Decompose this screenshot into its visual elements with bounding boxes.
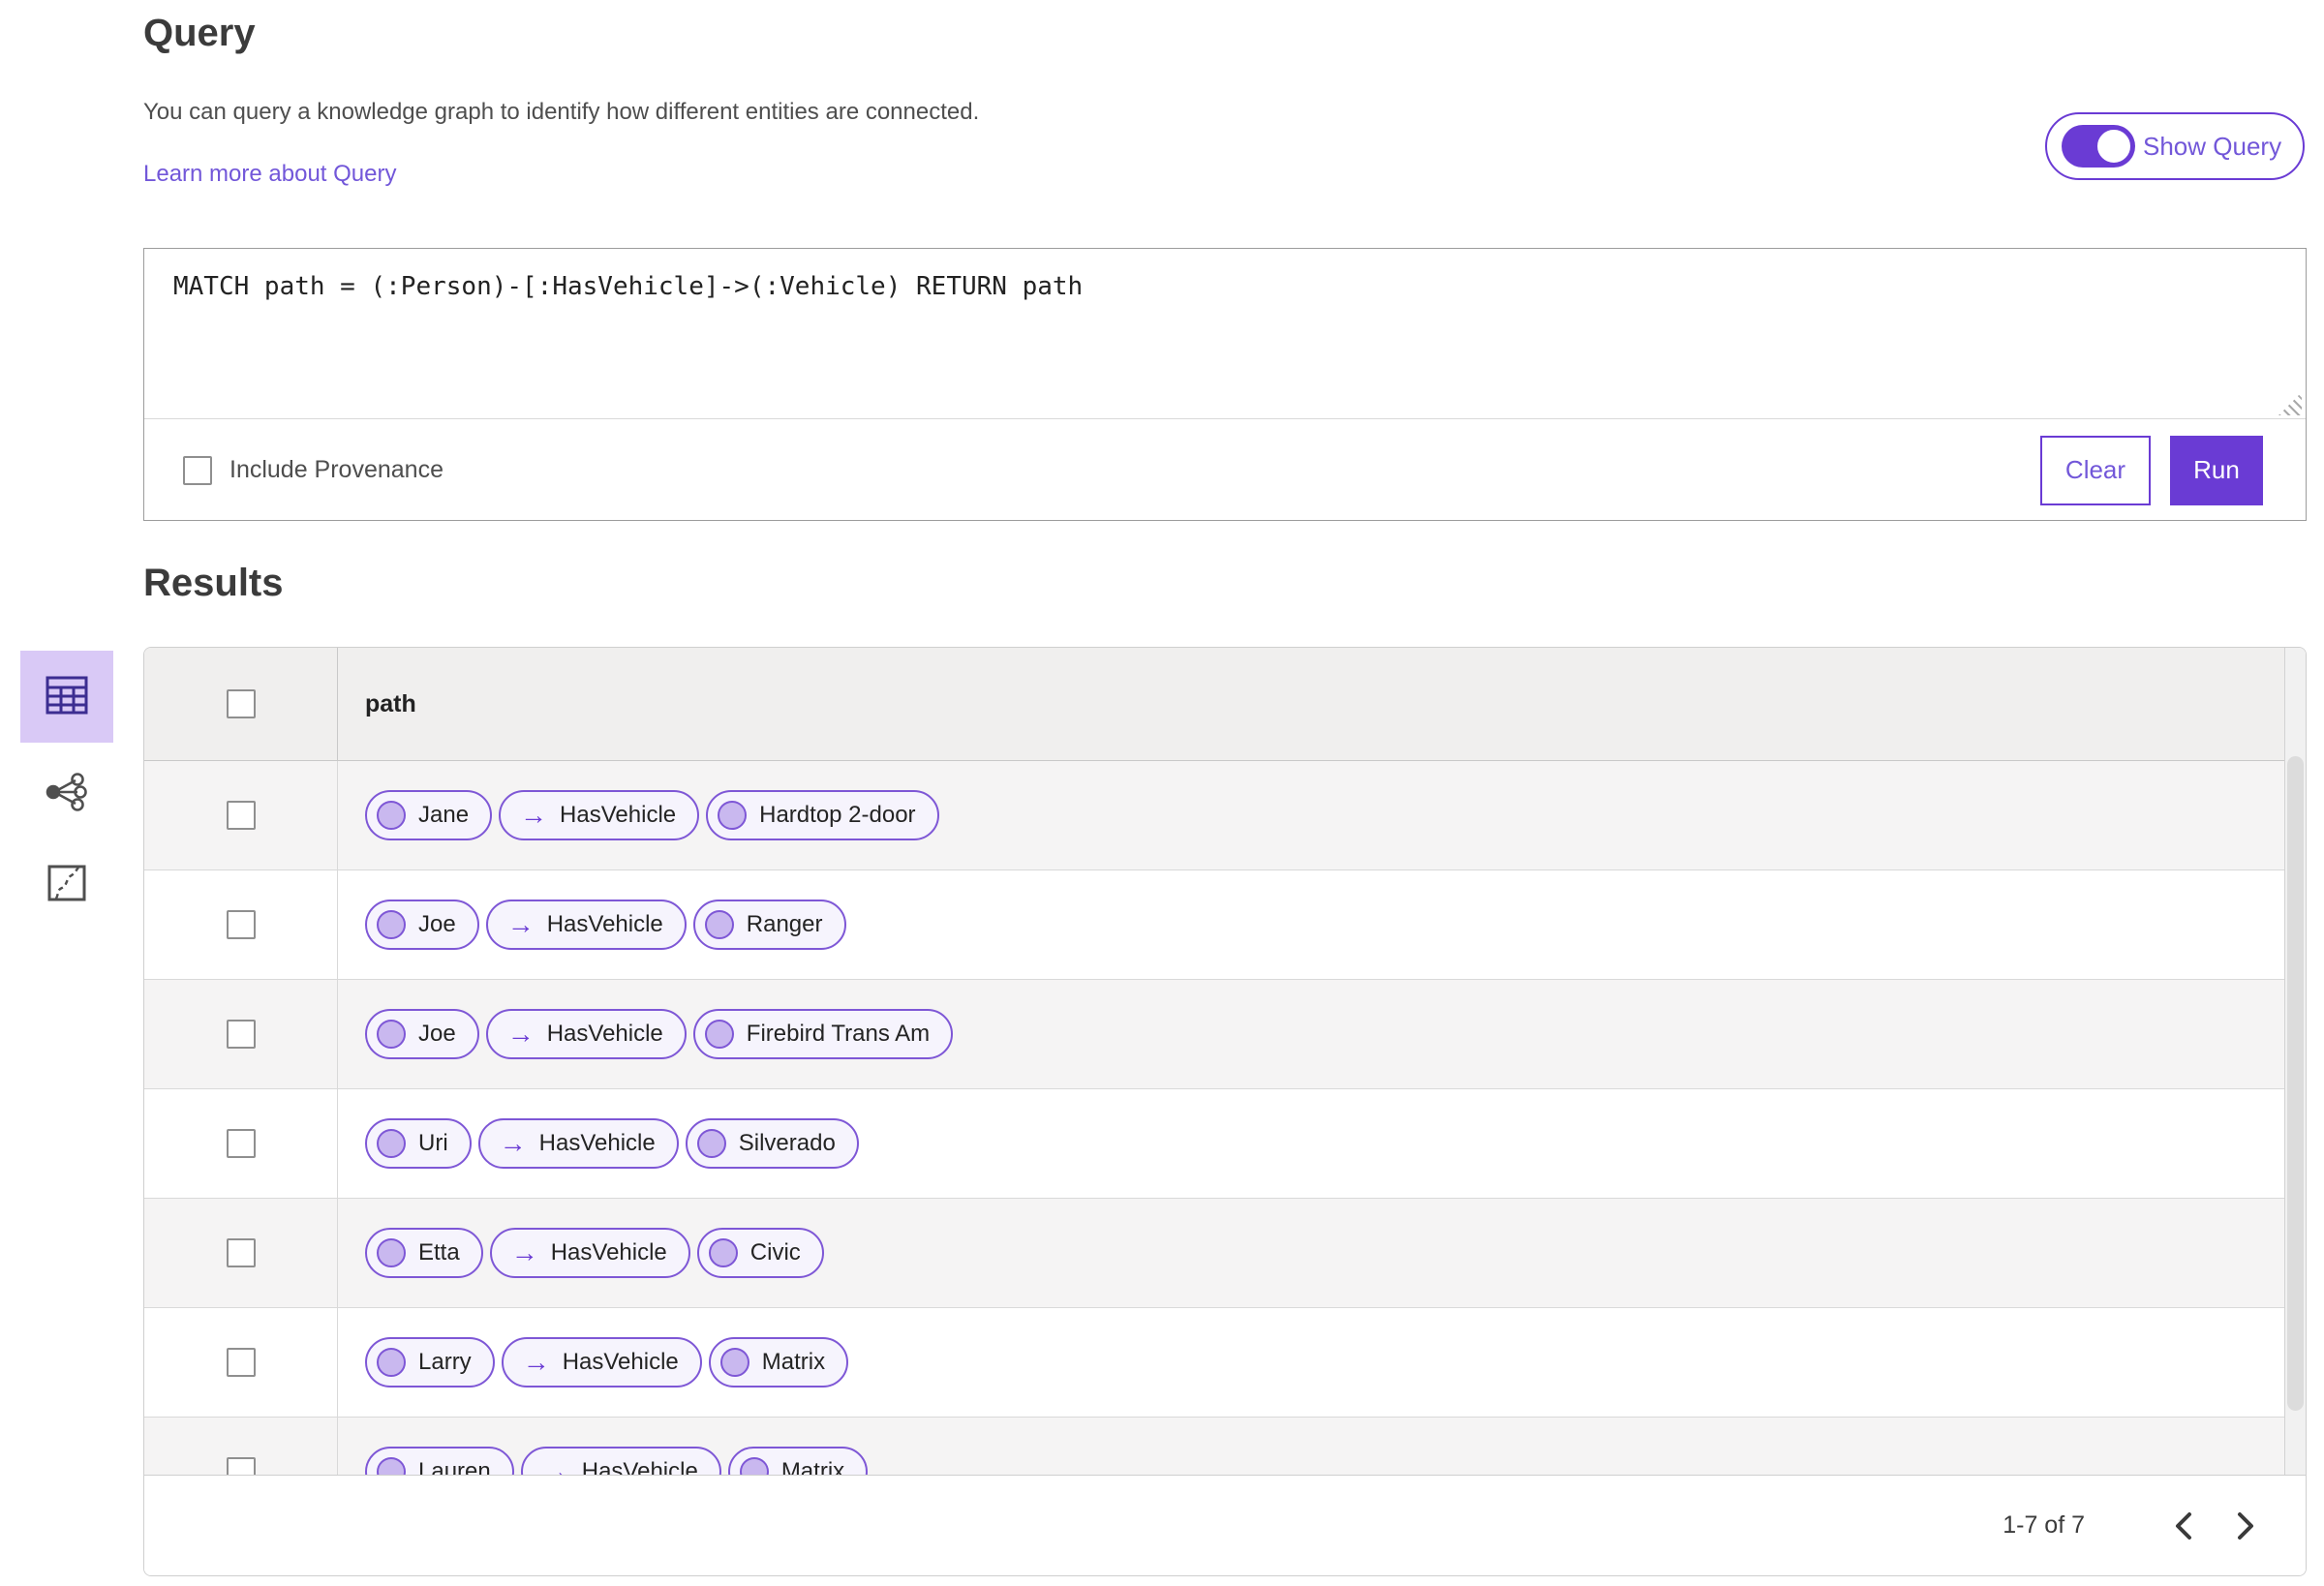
node-icon xyxy=(377,910,406,939)
query-input[interactable]: MATCH path = (:Person)-[:HasVehicle]->(:… xyxy=(144,249,2306,419)
path-cell: Joe → HasVehicle Ranger xyxy=(338,870,2306,979)
table-header-row: path xyxy=(144,648,2306,761)
map-icon xyxy=(46,864,87,905)
entity-pill-target[interactable]: Matrix xyxy=(708,1337,849,1388)
node-icon xyxy=(377,1238,406,1267)
path-cell: Etta → HasVehicle Civic xyxy=(338,1199,2306,1307)
entity-pill-source[interactable]: Uri xyxy=(365,1118,472,1169)
table-row: Jane → HasVehicle Hardtop 2-door xyxy=(144,761,2306,870)
chevron-left-icon xyxy=(2173,1511,2194,1540)
results-table: path Jane → HasVehicle Hardtop 2-door Jo… xyxy=(143,647,2307,1576)
relationship-pill[interactable]: → HasVehicle xyxy=(485,900,687,950)
row-checkbox[interactable] xyxy=(226,1129,256,1158)
select-all-checkbox[interactable] xyxy=(226,689,256,718)
query-panel: MATCH path = (:Person)-[:HasVehicle]->(:… xyxy=(143,248,2307,521)
relationship-pill[interactable]: → HasVehicle xyxy=(489,1228,690,1278)
row-checkbox[interactable] xyxy=(226,1238,256,1267)
entity-pill-target[interactable]: Firebird Trans Am xyxy=(692,1009,954,1059)
row-checkbox-cell xyxy=(144,980,338,1088)
show-query-toggle[interactable]: Show Query xyxy=(2045,112,2305,180)
row-checkbox-cell xyxy=(144,1308,338,1417)
sidebar-item-map-view[interactable] xyxy=(20,839,113,930)
table-icon xyxy=(46,676,88,717)
row-checkbox[interactable] xyxy=(226,1020,256,1049)
node-icon xyxy=(718,801,748,830)
chevron-right-icon xyxy=(2235,1511,2256,1540)
arrow-right-icon: → xyxy=(520,800,548,830)
row-checkbox[interactable] xyxy=(226,1348,256,1377)
path-cell: Larry → HasVehicle Matrix xyxy=(338,1308,2306,1417)
arrow-right-icon: → xyxy=(499,1128,527,1158)
row-checkbox[interactable] xyxy=(226,801,256,830)
node-icon xyxy=(719,1348,749,1377)
page-title: Query xyxy=(143,12,256,54)
pagination-bar: 1-7 of 7 xyxy=(144,1475,2306,1575)
include-provenance-label: Include Provenance xyxy=(229,456,443,483)
node-icon xyxy=(704,910,734,939)
sidebar-item-link-chart-view[interactable] xyxy=(20,747,113,839)
entity-pill-source[interactable]: Etta xyxy=(365,1228,483,1278)
node-icon xyxy=(377,1020,406,1049)
path-cell: Uri → HasVehicle Silverado xyxy=(338,1089,2306,1198)
node-icon xyxy=(708,1238,738,1267)
pagination-range-label: 1-7 of 7 xyxy=(2003,1511,2085,1539)
path-cell: Jane → HasVehicle Hardtop 2-door xyxy=(338,761,2306,869)
next-page-button[interactable] xyxy=(2215,1495,2277,1557)
relationship-pill[interactable]: → HasVehicle xyxy=(501,1337,702,1388)
toggle-knob xyxy=(2095,128,2132,165)
relationship-pill[interactable]: → HasVehicle xyxy=(477,1118,679,1169)
table-row: Joe → HasVehicle Ranger xyxy=(144,870,2306,980)
node-icon xyxy=(377,801,406,830)
entity-pill-target[interactable]: Civic xyxy=(696,1228,824,1278)
results-title: Results xyxy=(143,562,284,604)
scrollbar-thumb[interactable] xyxy=(2287,756,2304,1411)
entity-pill-source[interactable]: Jane xyxy=(365,790,493,840)
node-icon xyxy=(696,1129,726,1158)
row-checkbox[interactable] xyxy=(226,910,256,939)
path-column-header: path xyxy=(365,689,416,717)
previous-page-button[interactable] xyxy=(2153,1495,2215,1557)
table-row: Uri → HasVehicle Silverado xyxy=(144,1089,2306,1199)
row-checkbox-cell xyxy=(144,761,338,869)
page-description: You can query a knowledge graph to ident… xyxy=(143,99,980,125)
query-page: Query You can query a knowledge graph to… xyxy=(0,0,2324,1586)
entity-pill-source[interactable]: Larry xyxy=(365,1337,495,1388)
table-row: Etta → HasVehicle Civic xyxy=(144,1199,2306,1308)
arrow-right-icon: → xyxy=(506,909,535,939)
arrow-right-icon: → xyxy=(522,1347,550,1377)
node-icon xyxy=(704,1020,734,1049)
toggle-on-icon[interactable] xyxy=(2062,125,2135,168)
include-provenance-checkbox[interactable] xyxy=(183,455,212,485)
run-button[interactable]: Run xyxy=(2170,435,2263,505)
table-body: Jane → HasVehicle Hardtop 2-door Joe → H… xyxy=(144,761,2306,1527)
relationship-pill[interactable]: → HasVehicle xyxy=(485,1009,687,1059)
table-row: Larry → HasVehicle Matrix xyxy=(144,1308,2306,1418)
header-checkbox-cell xyxy=(144,648,338,760)
row-checkbox-cell xyxy=(144,870,338,979)
row-checkbox-cell xyxy=(144,1199,338,1307)
link-chart-icon xyxy=(46,773,88,814)
entity-pill-source[interactable]: Joe xyxy=(365,900,479,950)
entity-pill-target[interactable]: Silverado xyxy=(685,1118,859,1169)
arrow-right-icon: → xyxy=(506,1019,535,1049)
table-row: Joe → HasVehicle Firebird Trans Am xyxy=(144,980,2306,1089)
show-query-label: Show Query xyxy=(2143,131,2282,161)
sidebar-item-table-view[interactable] xyxy=(20,651,113,743)
arrow-right-icon: → xyxy=(510,1237,538,1267)
clear-button[interactable]: Clear xyxy=(2040,435,2151,505)
row-checkbox-cell xyxy=(144,1089,338,1198)
entity-pill-target[interactable]: Ranger xyxy=(692,900,846,950)
node-icon xyxy=(377,1348,406,1377)
query-controls: Include Provenance Clear Run xyxy=(144,420,2306,520)
vertical-scrollbar[interactable] xyxy=(2284,648,2306,1476)
entity-pill-source[interactable]: Joe xyxy=(365,1009,479,1059)
node-icon xyxy=(377,1129,406,1158)
entity-pill-target[interactable]: Hardtop 2-door xyxy=(706,790,939,840)
relationship-pill[interactable]: → HasVehicle xyxy=(499,790,700,840)
path-cell: Joe → HasVehicle Firebird Trans Am xyxy=(338,980,2306,1088)
learn-more-link[interactable]: Learn more about Query xyxy=(143,161,396,188)
